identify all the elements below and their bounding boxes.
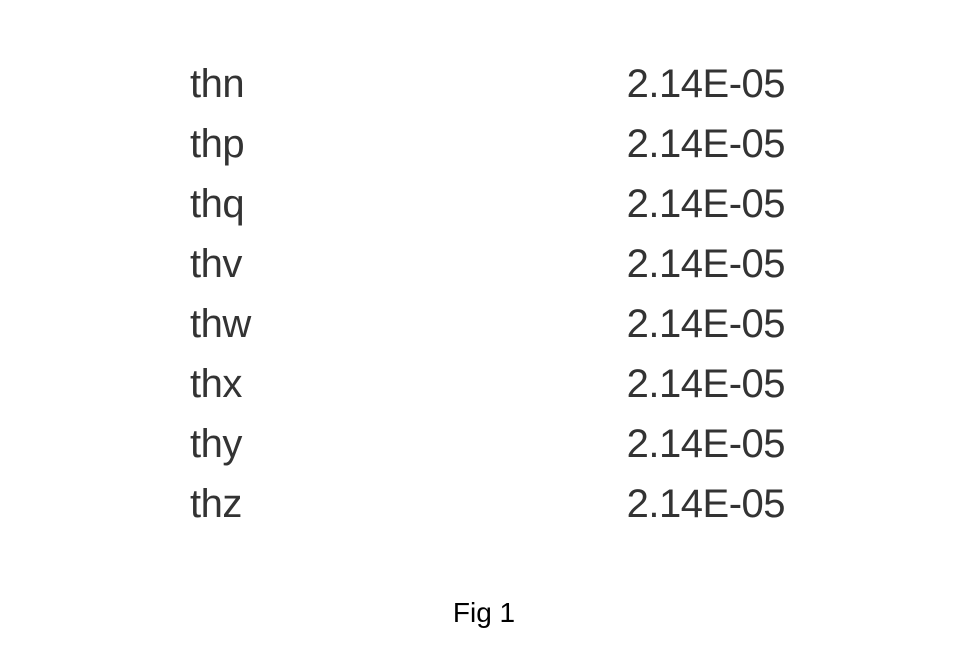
data-table: thn 2.14E-05 thp 2.14E-05 thq 2.14E-05 t… — [0, 54, 968, 534]
row-value: 2.14E-05 — [626, 422, 786, 466]
row-key: thv — [190, 242, 242, 286]
row-key: thq — [190, 182, 245, 226]
table-row: thy 2.14E-05 — [0, 414, 968, 474]
row-key: thn — [190, 62, 245, 106]
row-key: thw — [190, 302, 251, 346]
row-key: thx — [190, 362, 242, 406]
table-row: thz 2.14E-05 — [0, 474, 968, 534]
row-value: 2.14E-05 — [626, 482, 786, 526]
row-value: 2.14E-05 — [626, 242, 786, 286]
row-value: 2.14E-05 — [626, 362, 786, 406]
row-value: 2.14E-05 — [626, 62, 786, 106]
table-row: thn 2.14E-05 — [0, 54, 968, 114]
row-key: thp — [190, 122, 245, 166]
row-key: thz — [190, 482, 242, 526]
table-row: thv 2.14E-05 — [0, 234, 968, 294]
row-value: 2.14E-05 — [626, 182, 786, 226]
table-row: thq 2.14E-05 — [0, 174, 968, 234]
figure-caption: Fig 1 — [452, 597, 516, 628]
row-key: thy — [190, 422, 242, 466]
row-value: 2.14E-05 — [626, 122, 786, 166]
table-row: thw 2.14E-05 — [0, 294, 968, 354]
row-value: 2.14E-05 — [626, 302, 786, 346]
table-row: thx 2.14E-05 — [0, 354, 968, 414]
table-row: thp 2.14E-05 — [0, 114, 968, 174]
